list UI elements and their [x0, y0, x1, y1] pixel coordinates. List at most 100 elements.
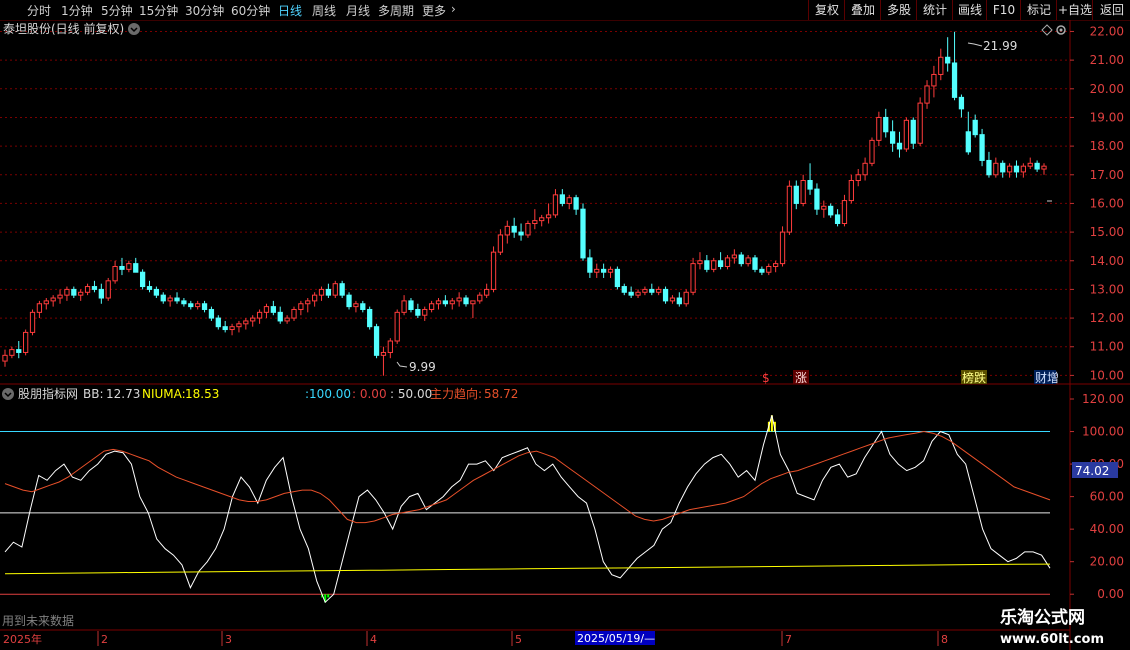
candle	[862, 157, 868, 181]
candle	[979, 128, 985, 167]
candle	[814, 183, 820, 215]
candle	[146, 280, 153, 293]
watermark-url: www.60lt.com	[1000, 632, 1104, 647]
candle	[766, 263, 772, 276]
price-tick-label: 12.00	[1090, 311, 1124, 325]
candle	[153, 286, 160, 299]
stock-title: 泰坦股份(日线 前复权)	[3, 21, 124, 36]
candle	[208, 306, 215, 321]
indicator-tick-label: 60.00	[1090, 490, 1124, 504]
candle	[745, 255, 751, 267]
candle	[917, 97, 923, 147]
date-month-label: 3	[225, 633, 232, 646]
date-axis: 2025年 2 3 4 5 7 8	[3, 631, 948, 646]
trend-value: 58.72	[484, 387, 518, 401]
candle	[490, 246, 497, 293]
candlesticks	[2, 31, 1047, 376]
candle	[1006, 163, 1013, 178]
candle	[662, 286, 669, 304]
candle	[380, 346, 387, 376]
chart-canvas[interactable]: 22.0021.0020.0019.0018.0017.0016.0015.00…	[0, 0, 1130, 650]
indicator-tick-label: 20.00	[1090, 555, 1124, 569]
price-tick-label: 11.00	[1090, 340, 1124, 354]
candle	[456, 292, 462, 307]
event-cai-marker[interactable]: 财增	[1035, 371, 1059, 385]
indicator-tick-label: 120.00	[1082, 392, 1124, 406]
candle	[64, 286, 70, 301]
candle	[91, 280, 98, 293]
candle	[669, 295, 676, 304]
event-bang-marker[interactable]: 榜跌	[962, 370, 986, 385]
candle	[965, 111, 971, 155]
candle	[408, 298, 414, 313]
niuma-label: NIUMA:	[142, 387, 186, 401]
candle	[621, 283, 627, 296]
price-tick-label: 14.00	[1090, 254, 1124, 268]
candle	[270, 300, 276, 316]
indicator-dropdown-icon[interactable]	[2, 388, 14, 400]
candle	[23, 329, 29, 356]
price-tick-label: 21.00	[1090, 53, 1124, 67]
candle	[889, 120, 896, 152]
price-tick-label: 22.00	[1090, 24, 1124, 38]
candle	[160, 292, 166, 304]
candle	[711, 257, 717, 273]
event-zhang-marker[interactable]: 涨	[795, 370, 807, 385]
candle	[325, 283, 332, 299]
candle	[277, 306, 283, 324]
candle	[291, 306, 297, 321]
bb-value: 12.73	[106, 387, 140, 401]
candle	[594, 263, 600, 278]
candle	[387, 338, 393, 359]
low-marker: 9.99	[396, 360, 436, 374]
candle	[834, 209, 841, 227]
candle	[367, 306, 373, 330]
candle	[188, 300, 194, 310]
gear-icon[interactable]	[1056, 25, 1066, 35]
candle	[16, 341, 22, 359]
candle	[435, 298, 442, 310]
candle	[869, 137, 875, 167]
indicator-axis: 120.00100.0080.0060.0040.0020.000.00	[1070, 392, 1124, 601]
candle	[195, 300, 201, 310]
title-dropdown-icon[interactable]	[128, 23, 140, 35]
diamond-icon[interactable]	[1041, 24, 1053, 36]
candle	[1027, 157, 1033, 170]
candle	[731, 249, 737, 264]
indicator-tick-label: 40.00	[1090, 522, 1124, 536]
candle	[105, 277, 111, 301]
line-50-label: : 50.00	[390, 387, 432, 401]
candle	[312, 292, 318, 307]
price-tick-label: 17.00	[1090, 168, 1124, 182]
date-month-label: 8	[941, 633, 948, 646]
candle	[938, 48, 944, 81]
candle	[353, 300, 359, 313]
bb-label: BB:	[83, 387, 104, 401]
candle	[607, 266, 614, 278]
trend-label: 主力趋向:	[430, 386, 482, 401]
bb-line	[4, 415, 1051, 604]
candle	[614, 266, 621, 290]
candle	[883, 108, 889, 138]
candle	[57, 289, 63, 304]
candle	[201, 300, 208, 313]
candle	[1020, 163, 1026, 178]
watermark-title: 乐淘公式网	[1000, 607, 1085, 628]
candle	[759, 266, 765, 276]
candle	[339, 280, 345, 299]
line-100-label: :100.00	[305, 387, 351, 401]
candle	[415, 303, 421, 319]
candle	[428, 300, 435, 313]
candle	[910, 117, 916, 149]
price-tick-label: 13.00	[1090, 282, 1124, 296]
candle	[993, 157, 999, 178]
candle	[332, 280, 338, 299]
candle	[525, 220, 531, 238]
candle	[545, 203, 552, 224]
price-tick-label: 16.00	[1090, 196, 1124, 210]
event-s-marker[interactable]: $	[762, 371, 770, 385]
candle	[477, 292, 483, 304]
candle	[552, 189, 559, 218]
candle	[422, 306, 428, 321]
date-month-label: 5	[515, 633, 522, 646]
